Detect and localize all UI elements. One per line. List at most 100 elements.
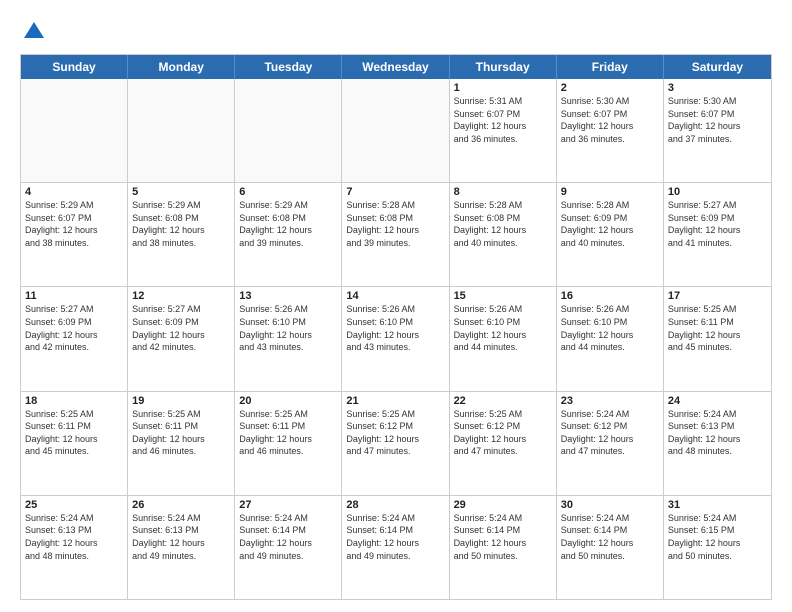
day-info: Sunrise: 5:24 AM Sunset: 6:14 PM Dayligh…	[346, 512, 444, 562]
day-info: Sunrise: 5:24 AM Sunset: 6:13 PM Dayligh…	[668, 408, 767, 458]
calendar-cell: 24Sunrise: 5:24 AM Sunset: 6:13 PM Dayli…	[664, 392, 771, 495]
calendar-row: 11Sunrise: 5:27 AM Sunset: 6:09 PM Dayli…	[21, 287, 771, 391]
calendar-header-cell: Saturday	[664, 55, 771, 79]
day-number: 1	[454, 82, 552, 94]
calendar-cell: 25Sunrise: 5:24 AM Sunset: 6:13 PM Dayli…	[21, 496, 128, 599]
day-info: Sunrise: 5:29 AM Sunset: 6:08 PM Dayligh…	[132, 199, 230, 249]
calendar-cell: 28Sunrise: 5:24 AM Sunset: 6:14 PM Dayli…	[342, 496, 449, 599]
calendar-cell: 10Sunrise: 5:27 AM Sunset: 6:09 PM Dayli…	[664, 183, 771, 286]
day-info: Sunrise: 5:26 AM Sunset: 6:10 PM Dayligh…	[239, 303, 337, 353]
day-info: Sunrise: 5:29 AM Sunset: 6:08 PM Dayligh…	[239, 199, 337, 249]
calendar-body: 1Sunrise: 5:31 AM Sunset: 6:07 PM Daylig…	[21, 79, 771, 599]
day-number: 11	[25, 290, 123, 302]
day-number: 24	[668, 395, 767, 407]
day-info: Sunrise: 5:27 AM Sunset: 6:09 PM Dayligh…	[132, 303, 230, 353]
calendar-cell: 18Sunrise: 5:25 AM Sunset: 6:11 PM Dayli…	[21, 392, 128, 495]
day-info: Sunrise: 5:26 AM Sunset: 6:10 PM Dayligh…	[561, 303, 659, 353]
calendar-cell: 20Sunrise: 5:25 AM Sunset: 6:11 PM Dayli…	[235, 392, 342, 495]
day-number: 6	[239, 186, 337, 198]
logo	[20, 18, 52, 46]
calendar-cell: 13Sunrise: 5:26 AM Sunset: 6:10 PM Dayli…	[235, 287, 342, 390]
day-info: Sunrise: 5:24 AM Sunset: 6:13 PM Dayligh…	[132, 512, 230, 562]
calendar-cell: 23Sunrise: 5:24 AM Sunset: 6:12 PM Dayli…	[557, 392, 664, 495]
calendar-header-cell: Tuesday	[235, 55, 342, 79]
day-info: Sunrise: 5:25 AM Sunset: 6:11 PM Dayligh…	[25, 408, 123, 458]
day-number: 29	[454, 499, 552, 511]
day-number: 4	[25, 186, 123, 198]
calendar-cell: 16Sunrise: 5:26 AM Sunset: 6:10 PM Dayli…	[557, 287, 664, 390]
day-number: 19	[132, 395, 230, 407]
day-info: Sunrise: 5:24 AM Sunset: 6:14 PM Dayligh…	[561, 512, 659, 562]
day-number: 27	[239, 499, 337, 511]
calendar-cell: 7Sunrise: 5:28 AM Sunset: 6:08 PM Daylig…	[342, 183, 449, 286]
calendar-cell: 30Sunrise: 5:24 AM Sunset: 6:14 PM Dayli…	[557, 496, 664, 599]
calendar-row: 4Sunrise: 5:29 AM Sunset: 6:07 PM Daylig…	[21, 183, 771, 287]
day-info: Sunrise: 5:27 AM Sunset: 6:09 PM Dayligh…	[25, 303, 123, 353]
calendar-cell: 27Sunrise: 5:24 AM Sunset: 6:14 PM Dayli…	[235, 496, 342, 599]
page: SundayMondayTuesdayWednesdayThursdayFrid…	[0, 0, 792, 612]
logo-icon	[20, 18, 48, 46]
day-number: 9	[561, 186, 659, 198]
calendar-cell: 15Sunrise: 5:26 AM Sunset: 6:10 PM Dayli…	[450, 287, 557, 390]
calendar-cell: 12Sunrise: 5:27 AM Sunset: 6:09 PM Dayli…	[128, 287, 235, 390]
calendar: SundayMondayTuesdayWednesdayThursdayFrid…	[20, 54, 772, 600]
day-number: 21	[346, 395, 444, 407]
calendar-header-cell: Monday	[128, 55, 235, 79]
day-number: 16	[561, 290, 659, 302]
calendar-header-cell: Sunday	[21, 55, 128, 79]
day-info: Sunrise: 5:24 AM Sunset: 6:15 PM Dayligh…	[668, 512, 767, 562]
day-number: 8	[454, 186, 552, 198]
day-number: 14	[346, 290, 444, 302]
day-info: Sunrise: 5:28 AM Sunset: 6:08 PM Dayligh…	[346, 199, 444, 249]
day-info: Sunrise: 5:27 AM Sunset: 6:09 PM Dayligh…	[668, 199, 767, 249]
day-info: Sunrise: 5:25 AM Sunset: 6:11 PM Dayligh…	[668, 303, 767, 353]
calendar-cell: 14Sunrise: 5:26 AM Sunset: 6:10 PM Dayli…	[342, 287, 449, 390]
calendar-cell	[21, 79, 128, 182]
day-number: 22	[454, 395, 552, 407]
calendar-cell: 17Sunrise: 5:25 AM Sunset: 6:11 PM Dayli…	[664, 287, 771, 390]
day-info: Sunrise: 5:30 AM Sunset: 6:07 PM Dayligh…	[668, 95, 767, 145]
calendar-cell: 22Sunrise: 5:25 AM Sunset: 6:12 PM Dayli…	[450, 392, 557, 495]
day-number: 3	[668, 82, 767, 94]
calendar-cell: 21Sunrise: 5:25 AM Sunset: 6:12 PM Dayli…	[342, 392, 449, 495]
day-number: 5	[132, 186, 230, 198]
calendar-cell: 1Sunrise: 5:31 AM Sunset: 6:07 PM Daylig…	[450, 79, 557, 182]
calendar-cell: 19Sunrise: 5:25 AM Sunset: 6:11 PM Dayli…	[128, 392, 235, 495]
calendar-cell: 4Sunrise: 5:29 AM Sunset: 6:07 PM Daylig…	[21, 183, 128, 286]
calendar-cell: 3Sunrise: 5:30 AM Sunset: 6:07 PM Daylig…	[664, 79, 771, 182]
header	[20, 18, 772, 46]
day-info: Sunrise: 5:26 AM Sunset: 6:10 PM Dayligh…	[454, 303, 552, 353]
day-number: 10	[668, 186, 767, 198]
calendar-cell: 5Sunrise: 5:29 AM Sunset: 6:08 PM Daylig…	[128, 183, 235, 286]
day-number: 28	[346, 499, 444, 511]
calendar-row: 18Sunrise: 5:25 AM Sunset: 6:11 PM Dayli…	[21, 392, 771, 496]
day-info: Sunrise: 5:24 AM Sunset: 6:14 PM Dayligh…	[239, 512, 337, 562]
calendar-cell: 11Sunrise: 5:27 AM Sunset: 6:09 PM Dayli…	[21, 287, 128, 390]
day-info: Sunrise: 5:30 AM Sunset: 6:07 PM Dayligh…	[561, 95, 659, 145]
day-info: Sunrise: 5:24 AM Sunset: 6:13 PM Dayligh…	[25, 512, 123, 562]
calendar-cell: 2Sunrise: 5:30 AM Sunset: 6:07 PM Daylig…	[557, 79, 664, 182]
day-number: 7	[346, 186, 444, 198]
day-info: Sunrise: 5:28 AM Sunset: 6:09 PM Dayligh…	[561, 199, 659, 249]
day-number: 12	[132, 290, 230, 302]
day-number: 30	[561, 499, 659, 511]
day-number: 20	[239, 395, 337, 407]
calendar-cell	[128, 79, 235, 182]
calendar-cell: 9Sunrise: 5:28 AM Sunset: 6:09 PM Daylig…	[557, 183, 664, 286]
day-info: Sunrise: 5:25 AM Sunset: 6:11 PM Dayligh…	[239, 408, 337, 458]
day-info: Sunrise: 5:24 AM Sunset: 6:14 PM Dayligh…	[454, 512, 552, 562]
day-number: 2	[561, 82, 659, 94]
day-info: Sunrise: 5:25 AM Sunset: 6:12 PM Dayligh…	[346, 408, 444, 458]
calendar-cell: 31Sunrise: 5:24 AM Sunset: 6:15 PM Dayli…	[664, 496, 771, 599]
calendar-header-row: SundayMondayTuesdayWednesdayThursdayFrid…	[21, 55, 771, 79]
day-number: 25	[25, 499, 123, 511]
calendar-header-cell: Friday	[557, 55, 664, 79]
day-info: Sunrise: 5:25 AM Sunset: 6:12 PM Dayligh…	[454, 408, 552, 458]
day-info: Sunrise: 5:26 AM Sunset: 6:10 PM Dayligh…	[346, 303, 444, 353]
day-info: Sunrise: 5:25 AM Sunset: 6:11 PM Dayligh…	[132, 408, 230, 458]
calendar-cell	[342, 79, 449, 182]
calendar-header-cell: Thursday	[450, 55, 557, 79]
day-number: 17	[668, 290, 767, 302]
calendar-row: 1Sunrise: 5:31 AM Sunset: 6:07 PM Daylig…	[21, 79, 771, 183]
calendar-cell: 26Sunrise: 5:24 AM Sunset: 6:13 PM Dayli…	[128, 496, 235, 599]
